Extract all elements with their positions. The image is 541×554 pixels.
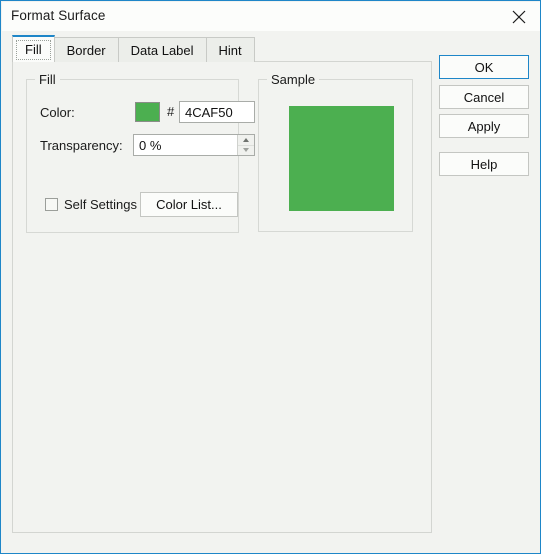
close-button[interactable] [497, 2, 540, 31]
format-surface-dialog: Format Surface Fill Border Data Label Hi… [0, 0, 541, 554]
tab-data-label-label: Data Label [130, 42, 194, 58]
hex-color-input[interactable]: 4CAF50 [179, 101, 255, 123]
sample-groupbox: Sample [258, 72, 413, 232]
spin-down-button[interactable] [238, 145, 254, 155]
tab-hint[interactable]: Hint [205, 37, 255, 62]
hash-symbol: # [167, 104, 175, 119]
tab-fill-label: Fill [25, 42, 42, 57]
close-icon [512, 10, 526, 24]
fill-groupbox: Fill Color: # 4CAF50 Transparency: 0 % S… [26, 72, 255, 233]
self-settings-checkbox[interactable] [45, 198, 58, 211]
fill-group-title: Fill [35, 72, 60, 87]
titlebar: Format Surface [2, 2, 540, 31]
window-title: Format Surface [11, 8, 106, 23]
transparency-spinner[interactable]: 0 % [133, 134, 255, 156]
self-settings-label: Self Settings [64, 197, 137, 212]
transparency-input[interactable]: 0 % [134, 138, 237, 153]
color-swatch-button[interactable] [135, 102, 160, 122]
sample-group-title: Sample [267, 72, 320, 87]
tab-border-label: Border [66, 42, 106, 58]
help-button-label: Help [470, 156, 498, 172]
sample-preview-swatch [289, 106, 394, 211]
apply-button[interactable]: Apply [439, 114, 529, 138]
spin-up-button[interactable] [238, 135, 254, 146]
tab-hint-label: Hint [218, 42, 242, 58]
transparency-label: Transparency: [40, 138, 123, 153]
tab-data-label[interactable]: Data Label [117, 37, 207, 62]
tab-border[interactable]: Border [53, 37, 119, 62]
tab-fill[interactable]: Fill [12, 35, 55, 62]
tab-strip: Fill Border Data Label Hint [12, 35, 255, 62]
color-list-button-label: Color List... [156, 197, 222, 212]
self-settings-checkbox-row[interactable]: Self Settings [45, 197, 137, 212]
tab-page-fill: Fill Color: # 4CAF50 Transparency: 0 % S… [12, 61, 432, 533]
spin-up-icon [243, 137, 249, 142]
spinner-arrows [237, 135, 254, 155]
cancel-button[interactable]: Cancel [439, 85, 529, 109]
ok-button[interactable]: OK [439, 55, 529, 79]
cancel-button-label: Cancel [463, 89, 505, 105]
color-label: Color: [40, 105, 75, 120]
apply-button-label: Apply [467, 118, 501, 134]
ok-button-label: OK [474, 59, 494, 75]
help-button[interactable]: Help [439, 152, 529, 176]
spin-down-icon [243, 148, 249, 153]
color-list-button[interactable]: Color List... [140, 192, 238, 217]
